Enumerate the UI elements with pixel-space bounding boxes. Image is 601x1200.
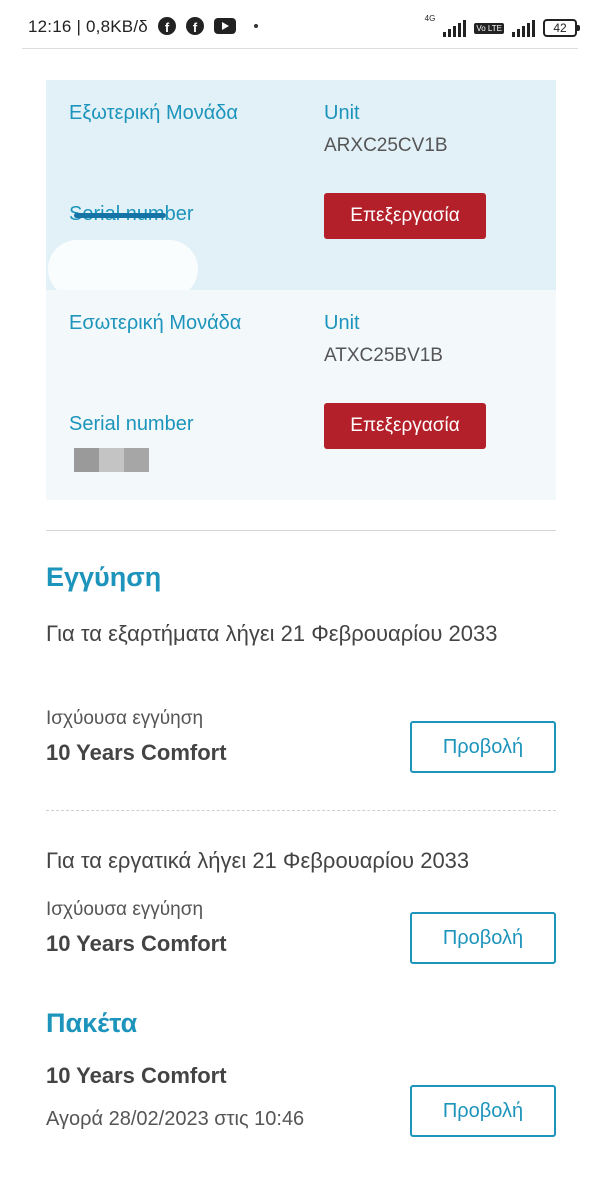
valid-warranty-label: Ισχύουσα εγγύηση bbox=[46, 899, 204, 920]
serial-number-label: Serial number bbox=[69, 413, 194, 435]
signal-icon bbox=[512, 19, 535, 37]
packages-title: Πακέτα bbox=[46, 1008, 138, 1038]
view-package-button[interactable]: Προβολή bbox=[410, 1085, 556, 1137]
indoor-unit-label: Εσωτερική Μονάδα bbox=[69, 312, 242, 334]
notification-icons: f f bbox=[158, 17, 258, 35]
battery-icon: 42 bbox=[543, 19, 580, 37]
unit-label: Unit bbox=[324, 102, 360, 124]
unit-label: Unit bbox=[324, 312, 360, 334]
package-purchase-date: Αγορά 28/02/2023 στις 10:46 bbox=[46, 1108, 305, 1130]
outdoor-unit-card: Εξωτερική Μονάδα Unit ARXC25CV1B Serial … bbox=[46, 80, 556, 298]
status-bar: 12:16 | 0,8KB/δ f f 4G Vo LTE 42 bbox=[0, 0, 601, 50]
redaction-mark bbox=[74, 448, 149, 472]
signal-icon bbox=[443, 19, 467, 37]
edit-indoor-button[interactable]: Επεξεργασία bbox=[324, 403, 486, 449]
network-type-label: 4G bbox=[424, 14, 436, 23]
dashed-divider bbox=[46, 810, 556, 811]
redaction-mark bbox=[74, 213, 166, 218]
section-divider bbox=[46, 530, 556, 531]
unit-model: ATXC25BV1B bbox=[324, 345, 443, 366]
labor-warranty-text: Για τα εργατικά λήγει 21 Φεβρουαρίου 203… bbox=[46, 848, 470, 873]
valid-warranty-label: Ισχύουσα εγγύηση bbox=[46, 708, 204, 729]
status-divider bbox=[22, 48, 578, 49]
volte-icon: Vo LTE bbox=[474, 23, 504, 34]
status-time: 12:16 | 0,8KB/δ bbox=[28, 17, 148, 36]
warranty-title: Εγγύηση bbox=[46, 562, 162, 592]
parts-warranty-text: Για τα εξαρτήματα λήγει 21 Φεβρουαρίου 2… bbox=[46, 621, 498, 646]
view-parts-warranty-button[interactable]: Προβολή bbox=[410, 721, 556, 773]
system-icons: 4G Vo LTE 42 bbox=[424, 14, 580, 37]
warranty-plan-name: 10 Years Comfort bbox=[46, 740, 227, 765]
outdoor-unit-label: Εξωτερική Μονάδα bbox=[69, 102, 238, 124]
youtube-icon bbox=[214, 18, 236, 34]
package-name: 10 Years Comfort bbox=[46, 1063, 227, 1088]
view-labor-warranty-button[interactable]: Προβολή bbox=[410, 912, 556, 964]
indoor-unit-card: Εσωτερική Μονάδα Unit ATXC25BV1B Serial … bbox=[46, 290, 556, 500]
facebook-icon: f bbox=[158, 17, 176, 35]
facebook-icon: f bbox=[186, 17, 204, 35]
edit-outdoor-button[interactable]: Επεξεργασία bbox=[324, 193, 486, 239]
warranty-plan-name: 10 Years Comfort bbox=[46, 931, 227, 956]
unit-model: ARXC25CV1B bbox=[324, 135, 448, 156]
more-notifications-dot-icon bbox=[254, 24, 258, 28]
